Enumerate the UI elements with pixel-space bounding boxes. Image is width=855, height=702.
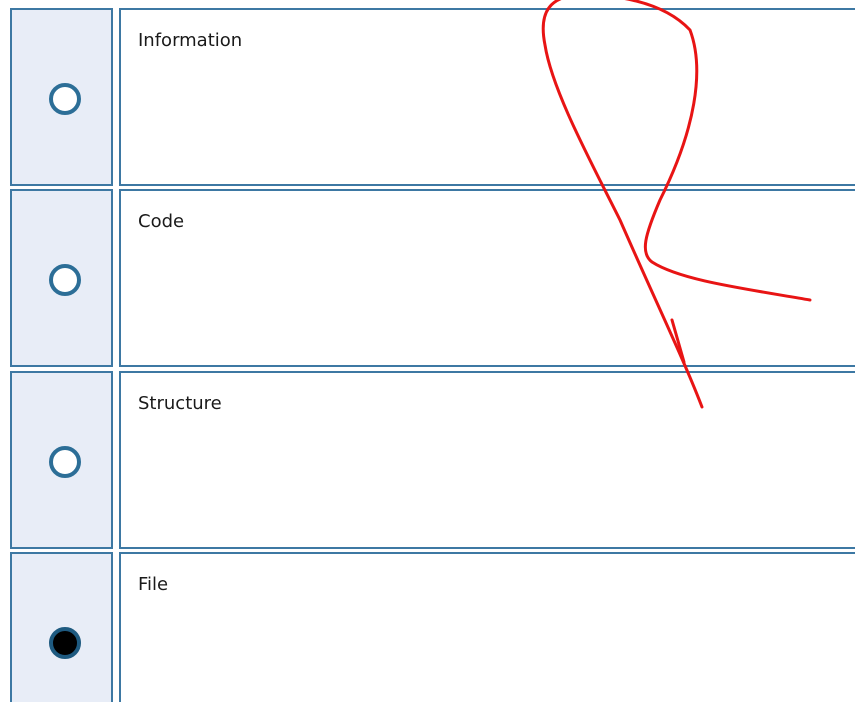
radio-cell[interactable]: [10, 8, 113, 186]
radio-cell[interactable]: [10, 552, 113, 702]
option-label-structure: Structure: [138, 393, 222, 414]
radio-cell[interactable]: [10, 189, 113, 367]
label-cell[interactable]: Information: [119, 8, 855, 186]
option-row-file[interactable]: File: [0, 552, 855, 702]
label-cell[interactable]: Structure: [119, 371, 855, 549]
option-row-structure[interactable]: Structure: [0, 371, 855, 549]
option-label-information: Information: [138, 30, 243, 51]
radio-button-information[interactable]: [49, 83, 81, 115]
option-row-information[interactable]: Information: [0, 8, 855, 186]
radio-button-file[interactable]: [49, 627, 81, 659]
label-cell[interactable]: Code: [119, 189, 855, 367]
stage: Information Code Structure File: [0, 0, 855, 702]
option-label-file: File: [138, 574, 169, 595]
option-row-code[interactable]: Code: [0, 189, 855, 367]
option-label-code: Code: [138, 211, 185, 232]
radio-cell[interactable]: [10, 371, 113, 549]
label-cell[interactable]: File: [119, 552, 855, 702]
option-list: Information Code Structure File: [0, 0, 855, 702]
radio-button-structure[interactable]: [49, 446, 81, 478]
radio-button-code[interactable]: [49, 264, 81, 296]
